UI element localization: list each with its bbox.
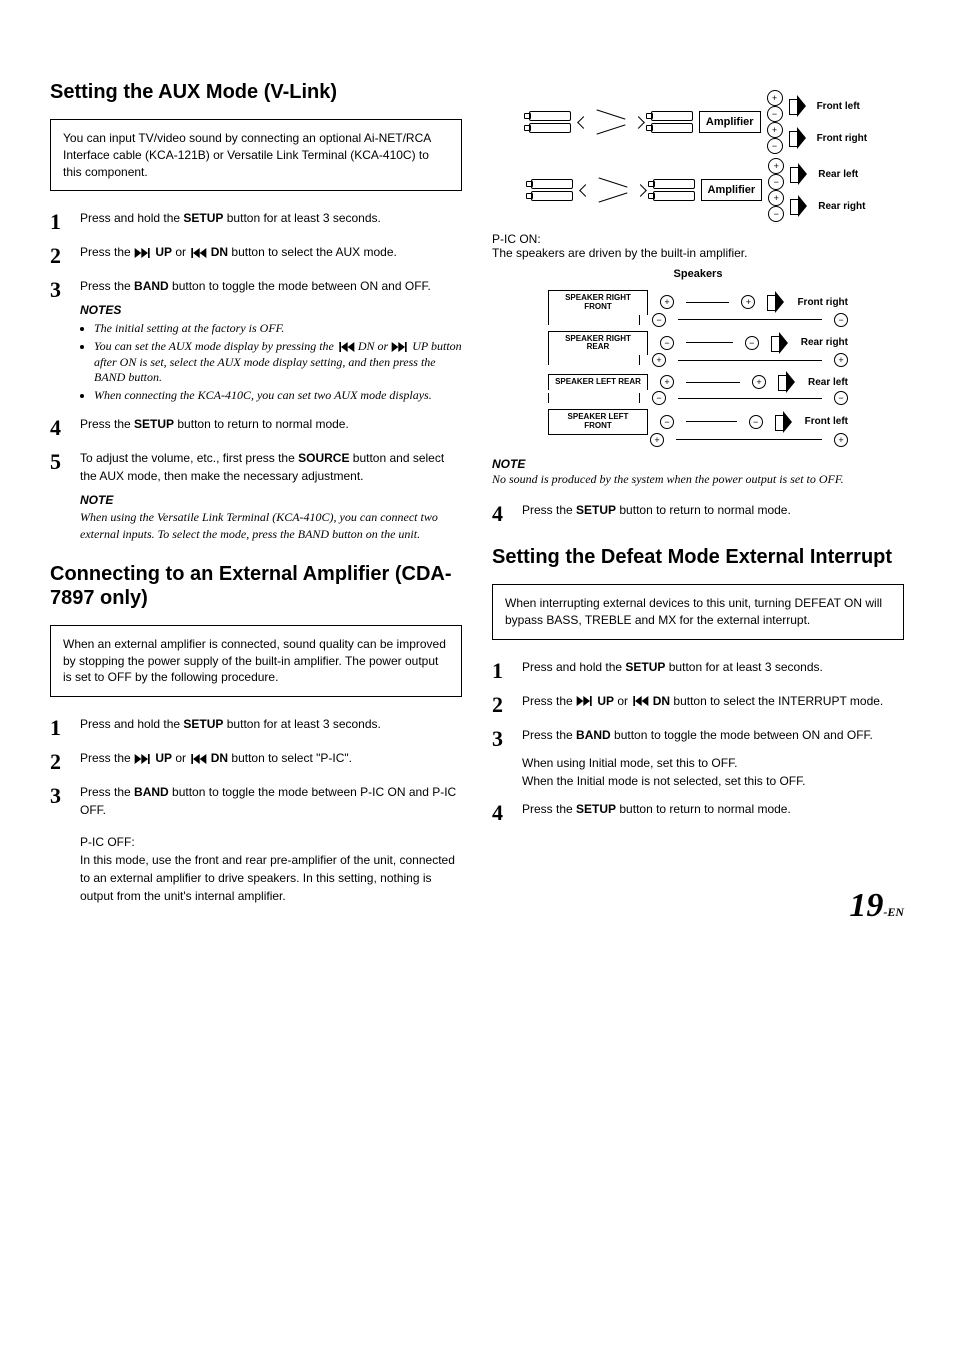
step-text: Press and hold the SETUP button for at l…: [80, 209, 462, 227]
prev-track-icon: [189, 754, 207, 764]
step-number: 3: [50, 783, 64, 807]
section-c-title: Setting the Defeat Mode External Interru…: [492, 545, 904, 569]
notes-list: The initial setting at the factory is OF…: [80, 321, 462, 403]
pic-on-text: The speakers are driven by the built-in …: [492, 246, 904, 260]
section-a-intro: You can input TV/video sound by connecti…: [50, 119, 462, 191]
step-text: To adjust the volume, etc., first press …: [80, 449, 462, 541]
step-text: Press the SETUP button to return to norm…: [522, 800, 904, 818]
section-c-intro: When interrupting external devices to th…: [492, 584, 904, 640]
prev-track-icon: [189, 248, 207, 258]
next-track-icon: [576, 696, 594, 706]
step-number: 2: [492, 692, 506, 716]
step-text: Press the UP or DN button to select the …: [522, 692, 904, 710]
step-number: 2: [50, 243, 64, 267]
note-heading: NOTE: [80, 491, 462, 509]
step-text: Press and hold the SETUP button for at l…: [80, 715, 462, 733]
pic-on-heading: P-IC ON:: [492, 232, 904, 246]
section-b-title: Connecting to an External Amplifier (CDA…: [50, 562, 462, 610]
next-track-icon: [391, 342, 409, 352]
step-number: 4: [492, 800, 506, 824]
pic-off-text: In this mode, use the front and rear pre…: [80, 851, 462, 905]
section-a-title: Setting the AUX Mode (V-Link): [50, 80, 462, 104]
next-track-icon: [134, 754, 152, 764]
step-text: Press the SETUP button to return to norm…: [80, 415, 462, 433]
external-amp-diagram: Amplifier +−+− Front left Front right Am…: [492, 90, 904, 222]
step-text: Press the BAND button to toggle the mode…: [80, 783, 462, 905]
step-number: 1: [492, 658, 506, 682]
section-b-intro: When an external amplifier is connected,…: [50, 625, 462, 697]
step-text: Press the UP or DN button to select the …: [80, 243, 462, 261]
step-number: 3: [492, 726, 506, 750]
internal-amp-diagram: SPEAKER RIGHT FRONT++Front right −− SPEA…: [548, 290, 848, 447]
pic-off-heading: P-IC OFF:: [80, 833, 462, 851]
note-heading: NOTE: [492, 457, 904, 471]
note-text: When using the Versatile Link Terminal (…: [80, 509, 462, 541]
step-number: 1: [50, 715, 64, 739]
step-text: Press the SETUP button to return to norm…: [522, 501, 904, 519]
step-number: 4: [50, 415, 64, 439]
step-text: Press the UP or DN button to select "P-I…: [80, 749, 462, 767]
step-number: 3: [50, 277, 64, 301]
step-text: Press and hold the SETUP button for at l…: [522, 658, 904, 676]
prev-track-icon: [631, 696, 649, 706]
step-number: 4: [492, 501, 506, 525]
speakers-title: Speakers: [492, 268, 904, 280]
prev-track-icon: [337, 342, 355, 352]
note-text: No sound is produced by the system when …: [492, 471, 904, 487]
step-number: 5: [50, 449, 64, 473]
step-number: 2: [50, 749, 64, 773]
step-text: Press the BAND button to toggle the mode…: [80, 277, 462, 405]
notes-heading: NOTES: [80, 301, 462, 319]
step-number: 1: [50, 209, 64, 233]
page-number: 19-EN: [849, 887, 904, 925]
step-text: Press the BAND button to toggle the mode…: [522, 726, 904, 790]
next-track-icon: [134, 248, 152, 258]
